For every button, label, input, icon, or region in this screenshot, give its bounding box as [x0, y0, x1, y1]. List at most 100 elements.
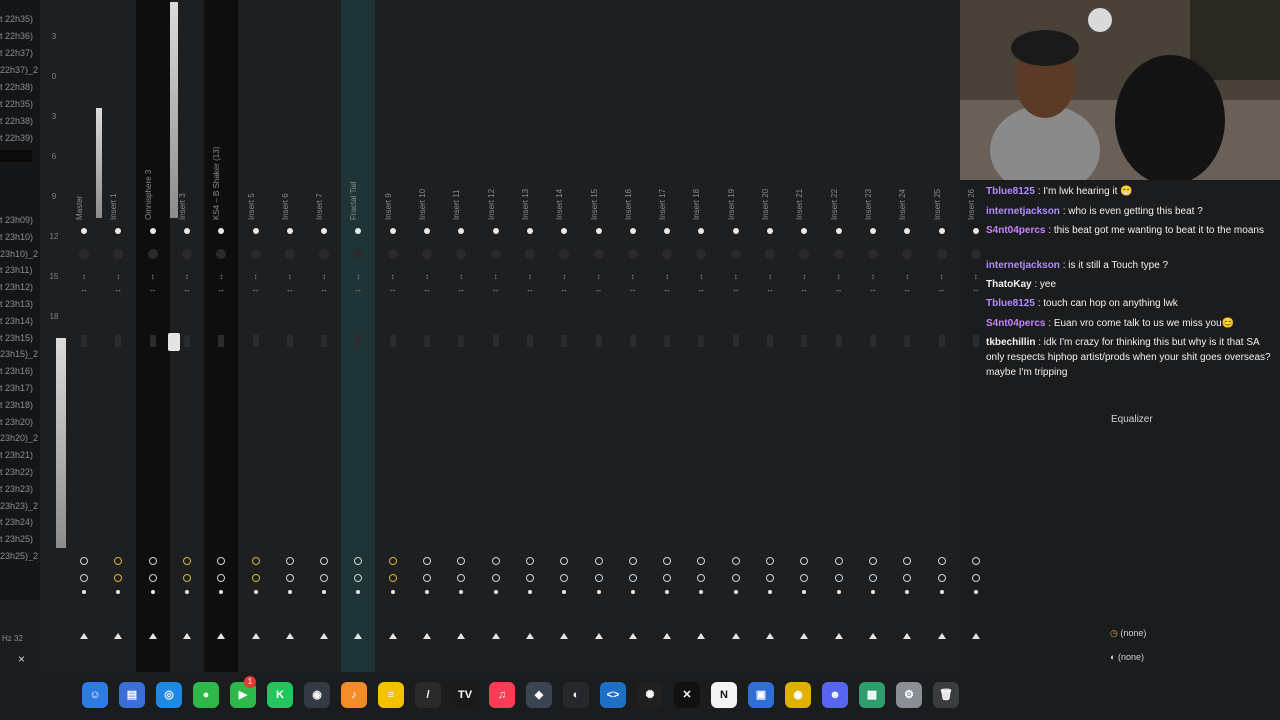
track-send-knob[interactable] — [937, 557, 946, 565]
track-enable-switch[interactable] — [526, 228, 533, 234]
mixer-track-6[interactable]: Insert 5 ↕ ↔ — [239, 0, 273, 672]
track-stereo-arrow[interactable]: ↕ — [252, 273, 260, 281]
track-route-dot[interactable] — [836, 590, 841, 594]
track-route-knob[interactable] — [628, 574, 637, 582]
mixer-track-21[interactable]: Insert 20 ↕ ↔ — [753, 0, 787, 672]
track-send-knob[interactable] — [388, 557, 397, 565]
track-swap-arrow[interactable]: ↔ — [972, 286, 980, 294]
track-swap-arrow[interactable]: ↔ — [560, 286, 568, 294]
track-enable-switch[interactable] — [595, 228, 602, 234]
track-stereo-arrow[interactable]: ↕ — [766, 273, 774, 281]
track-route-dot[interactable] — [116, 590, 121, 594]
music-icon[interactable]: ♫ — [489, 682, 515, 708]
track-volume-fader[interactable] — [286, 335, 293, 347]
pattern-item[interactable]: t 23h18) — [0, 400, 40, 410]
track-volume-fader[interactable] — [149, 335, 156, 347]
track-route-knob[interactable] — [491, 574, 500, 582]
track-pan-knob[interactable] — [662, 249, 673, 259]
mixer-track-2[interactable]: Insert 1 ↕ ↔ — [101, 0, 135, 672]
track-volume-fader[interactable] — [81, 335, 87, 347]
pattern-item[interactable]: t 23h21) — [0, 450, 40, 460]
track-route-arrow[interactable] — [903, 633, 912, 639]
track-swap-arrow[interactable]: ↔ — [389, 286, 397, 294]
track-route-knob[interactable] — [525, 574, 534, 582]
track-stereo-arrow[interactable]: ↕ — [320, 273, 328, 281]
track-pan-knob[interactable] — [387, 249, 398, 259]
mixer-track-18[interactable]: Insert 17 ↕ ↔ — [650, 0, 684, 672]
mixer-track-7[interactable]: Insert 6 ↕ ↔ — [273, 0, 307, 672]
track-send-knob[interactable] — [354, 557, 363, 565]
track-stereo-arrow[interactable]: ↕ — [663, 273, 671, 281]
track-enable-switch[interactable] — [664, 228, 671, 234]
track-pan-knob[interactable] — [319, 249, 330, 259]
track-stereo-arrow[interactable]: ↕ — [835, 273, 843, 281]
track-enable-switch[interactable] — [389, 228, 396, 234]
track-enable-switch[interactable] — [904, 228, 911, 234]
track-send-knob[interactable] — [560, 557, 569, 565]
mixer-track-12[interactable]: Insert 11 ↕ ↔ — [444, 0, 478, 672]
track-enable-switch[interactable] — [801, 228, 808, 234]
mixer-track-13[interactable]: Insert 12 ↕ ↔ — [479, 0, 513, 672]
track-enable-switch[interactable] — [629, 228, 636, 234]
track-volume-fader[interactable] — [389, 335, 396, 347]
track-volume-fader[interactable] — [424, 335, 430, 347]
track-volume-fader[interactable] — [115, 335, 122, 347]
track-volume-fader[interactable] — [869, 335, 876, 347]
discord-icon[interactable]: ☻ — [822, 682, 848, 708]
track-swap-arrow[interactable]: ↔ — [526, 286, 534, 294]
track-pan-knob[interactable] — [902, 249, 913, 259]
pattern-item[interactable]: 23h25)_2 — [0, 551, 40, 561]
settings-icon[interactable]: ⚙ — [896, 682, 922, 708]
track-stereo-arrow[interactable]: ↕ — [972, 273, 980, 281]
mixer-track-23[interactable]: Insert 22 ↕ ↔ — [822, 0, 856, 672]
track-route-dot[interactable] — [287, 590, 292, 594]
track-volume-fader[interactable] — [252, 335, 259, 347]
track-send-knob[interactable] — [800, 557, 809, 565]
track-route-dot[interactable] — [150, 590, 155, 594]
track-send-knob[interactable] — [594, 557, 603, 565]
track-enable-switch[interactable] — [252, 228, 259, 234]
track-enable-switch[interactable] — [355, 228, 362, 234]
track-route-knob[interactable] — [114, 574, 123, 582]
track-swap-arrow[interactable]: ↔ — [80, 286, 88, 294]
pattern-item[interactable]: 23h23)_2 — [0, 501, 40, 511]
track-pan-knob[interactable] — [799, 249, 810, 259]
mixer-track-25[interactable]: Insert 24 ↕ ↔ — [890, 0, 924, 672]
track-stereo-arrow[interactable]: ↕ — [183, 273, 191, 281]
track-swap-arrow[interactable]: ↔ — [732, 286, 740, 294]
track-send-knob[interactable] — [525, 557, 534, 565]
track-route-arrow[interactable] — [285, 633, 294, 639]
mixer-track-9[interactable]: Fractal Tail ↕ ↔ — [341, 0, 376, 672]
track-enable-switch[interactable] — [183, 228, 190, 234]
track-route-arrow[interactable] — [731, 633, 740, 639]
mixer-track-26[interactable]: Insert 25 ↕ ↔ — [925, 0, 959, 672]
track-enable-switch[interactable] — [698, 228, 705, 234]
pattern-item[interactable]: t 22h37) — [0, 48, 40, 58]
track-route-knob[interactable] — [217, 574, 226, 582]
track-route-arrow[interactable] — [388, 633, 397, 639]
track-route-arrow[interactable] — [423, 633, 431, 639]
tradingview-icon[interactable]: TV — [452, 682, 478, 708]
track-route-knob[interactable] — [320, 574, 329, 582]
track-volume-fader[interactable] — [732, 335, 739, 347]
track-route-knob[interactable] — [457, 574, 466, 582]
track-swap-arrow[interactable]: ↔ — [766, 286, 774, 294]
track-send-knob[interactable] — [80, 557, 88, 565]
output-routing[interactable]: ◐ (none) — [1110, 652, 1144, 662]
track-send-knob[interactable] — [663, 557, 672, 565]
track-enable-switch[interactable] — [561, 228, 568, 234]
track-route-dot[interactable] — [82, 590, 86, 594]
track-send-knob[interactable] — [971, 557, 980, 565]
notes-icon[interactable]: ≡ — [378, 682, 404, 708]
track-pan-knob[interactable] — [113, 249, 124, 259]
chatgpt-icon[interactable]: ✺ — [637, 682, 663, 708]
track-volume-fader[interactable] — [664, 335, 671, 347]
pattern-item[interactable]: t 23h11) — [0, 265, 40, 275]
track-pan-knob[interactable] — [490, 249, 501, 259]
obs-icon[interactable]: ◉ — [304, 682, 330, 708]
mixer-track-14[interactable]: Insert 13 ↕ ↔ — [513, 0, 547, 672]
mixer-track-15[interactable]: Insert 14 ↕ ↔ — [547, 0, 581, 672]
track-route-dot[interactable] — [184, 590, 189, 594]
mixer-track-22[interactable]: Insert 21 ↕ ↔ — [787, 0, 821, 672]
track-send-knob[interactable] — [114, 557, 123, 565]
